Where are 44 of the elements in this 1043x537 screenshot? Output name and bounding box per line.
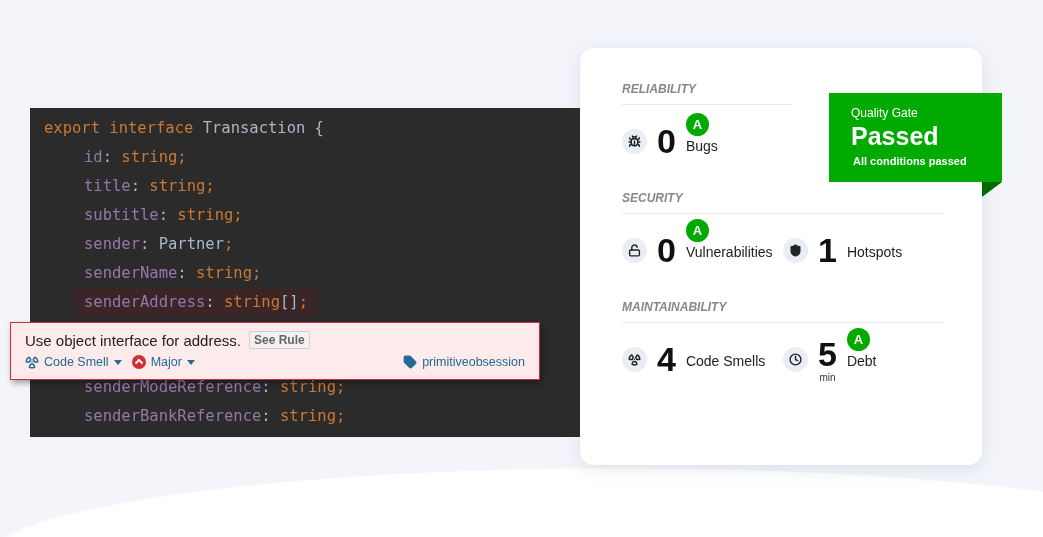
gate-status: Passed bbox=[851, 122, 939, 151]
metric-label: Bugs bbox=[685, 138, 718, 154]
code-line: senderModeReference: string; bbox=[83, 377, 347, 398]
gate-title: Quality Gate bbox=[851, 106, 918, 120]
gate-detail: All conditions passed bbox=[853, 155, 967, 167]
caret-icon bbox=[113, 359, 122, 365]
tag-link[interactable]: primitiveobsession bbox=[403, 355, 525, 369]
banner-fold-icon bbox=[982, 182, 1002, 197]
metric-value[interactable]: 0 bbox=[657, 232, 676, 268]
metric-value[interactable]: 1 bbox=[818, 232, 837, 268]
metric-unit: min bbox=[819, 371, 836, 383]
code-line: senderName: string; bbox=[83, 263, 263, 284]
metric-value[interactable]: 4 bbox=[657, 341, 676, 377]
metric-value[interactable]: 0 bbox=[657, 123, 676, 159]
tag-icon bbox=[403, 355, 418, 369]
section-title: MAINTAINABILITY bbox=[622, 300, 944, 323]
severity-dropdown[interactable]: Major bbox=[131, 355, 195, 369]
metric-label: Vulnerabilities bbox=[685, 244, 773, 260]
open-lock-icon bbox=[628, 243, 641, 257]
shield-icon bbox=[789, 243, 802, 257]
radiation-icon bbox=[628, 352, 641, 366]
code-line: senderBankReference: string; bbox=[83, 406, 347, 427]
bug-icon bbox=[628, 134, 641, 148]
code-line: export interface Transaction { bbox=[43, 118, 325, 139]
metric-label: Code Smells bbox=[685, 353, 766, 369]
clock-icon bbox=[789, 352, 802, 366]
section-title: SECURITY bbox=[622, 191, 944, 214]
code-line: sender: Partner; bbox=[83, 234, 235, 255]
rating-badge[interactable]: A bbox=[846, 328, 870, 351]
code-line: title: string; bbox=[83, 176, 216, 197]
see-rule-button[interactable]: See Rule bbox=[248, 331, 310, 349]
rating-badge[interactable]: A bbox=[685, 113, 709, 136]
metric-label: Debt bbox=[846, 353, 877, 369]
chevron-up-circle-icon bbox=[131, 355, 146, 369]
rating-badge[interactable]: A bbox=[685, 219, 709, 242]
metric-label: Hotspots bbox=[846, 244, 903, 260]
code-line: subtitle: string; bbox=[83, 205, 244, 226]
caret-icon bbox=[186, 359, 195, 365]
issue-type-dropdown[interactable]: Code Smell bbox=[25, 355, 122, 369]
issue-message: Use object interface for address. bbox=[25, 331, 241, 349]
section-title: RELIABILITY bbox=[622, 82, 792, 105]
code-line: id: string; bbox=[83, 147, 188, 168]
metric-value[interactable]: 5 bbox=[818, 335, 837, 372]
radiation-icon bbox=[25, 355, 39, 369]
